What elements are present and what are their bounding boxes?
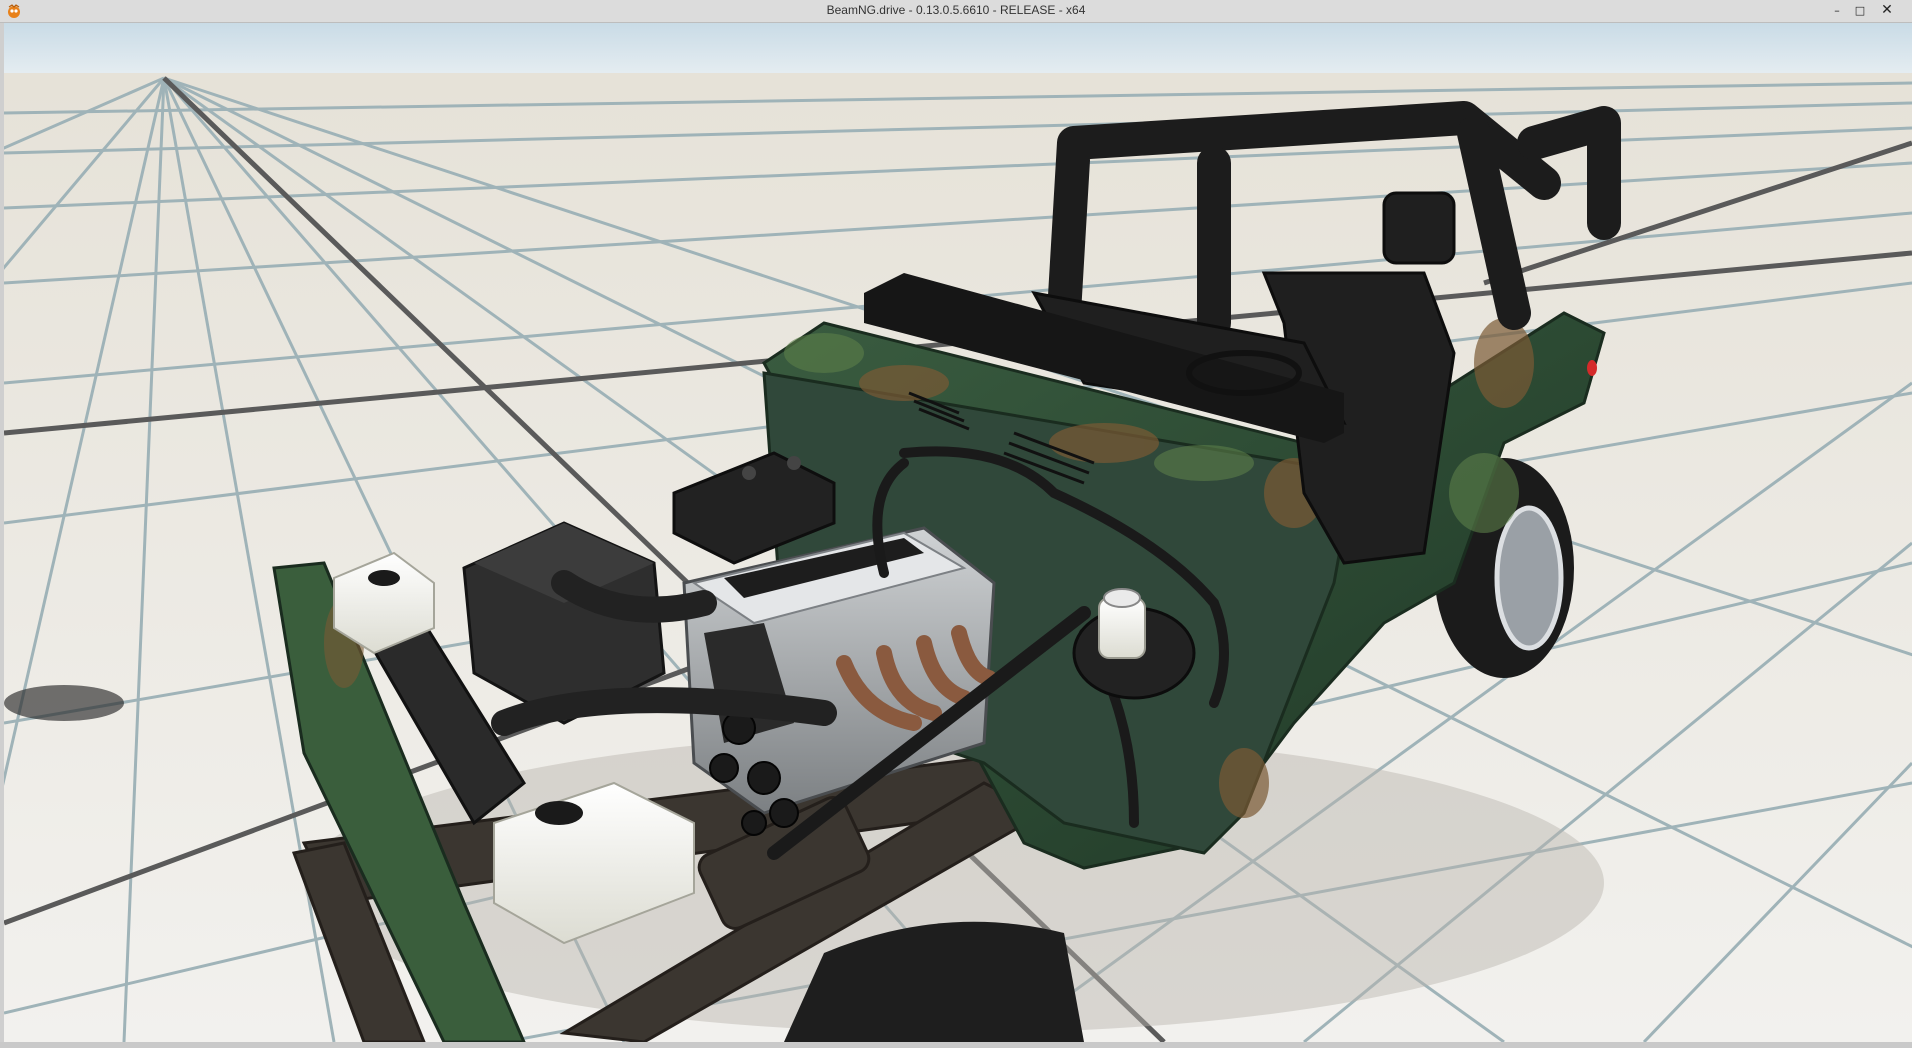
scene-render [4, 23, 1912, 1042]
brake-fluid-reservoir [1098, 588, 1146, 659]
window-title: BeamNG.drive - 0.13.0.5.6610 - RELEASE -… [826, 3, 1086, 17]
minimize-button[interactable]: – [1826, 0, 1848, 20]
skid-mark [4, 685, 124, 721]
tail-light [1587, 360, 1597, 376]
sky [4, 23, 1912, 78]
game-viewport[interactable] [4, 23, 1912, 1042]
application-window: BeamNG.drive - 0.13.0.5.6610 - RELEASE -… [0, 0, 1912, 1048]
title-bar[interactable]: BeamNG.drive - 0.13.0.5.6610 - RELEASE -… [0, 0, 1912, 23]
window-bottom-border [0, 1042, 1912, 1048]
close-button[interactable]: ✕ [1872, 0, 1902, 20]
maximize-button[interactable]: □ [1849, 0, 1871, 20]
